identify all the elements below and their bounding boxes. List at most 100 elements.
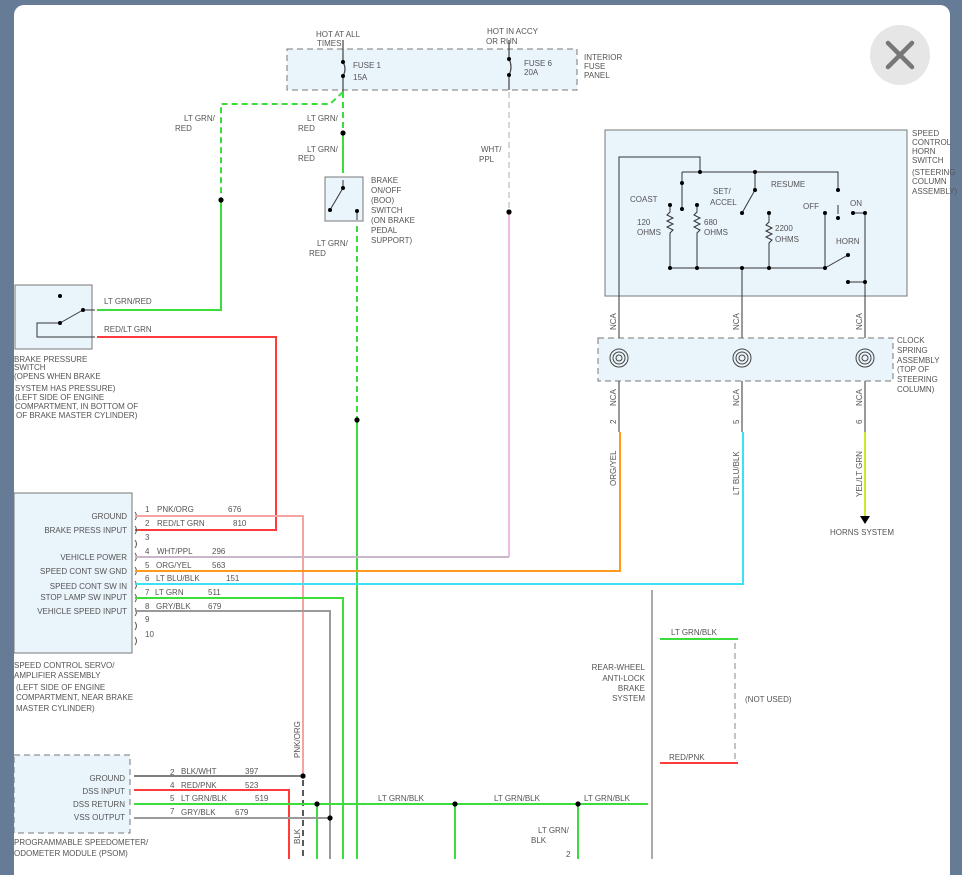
- circuit: 519: [255, 794, 269, 803]
- label: SPEED: [912, 129, 939, 138]
- label: (OPENS WHEN BRAKE: [14, 372, 101, 381]
- wire-label: ORG/YEL: [609, 450, 618, 486]
- label: HOT IN ACCY: [487, 27, 539, 36]
- label: ODOMETER MODULE (PSOM): [14, 849, 128, 858]
- label: CONTROL: [912, 138, 952, 147]
- label: HORN: [912, 147, 936, 156]
- wire-label: BLK: [531, 836, 547, 845]
- label: FUSE: [584, 62, 605, 71]
- pin-number: 4: [170, 781, 175, 790]
- label: SET/: [713, 187, 732, 196]
- label: HORN: [836, 237, 860, 246]
- pin-number: 5: [145, 561, 150, 570]
- close-button[interactable]: [870, 25, 930, 85]
- label: SPEED CONTROL SERVO/: [14, 661, 115, 670]
- label: COLUMN: [912, 177, 947, 186]
- label: WHT/: [481, 145, 502, 154]
- label: SYSTEM HAS PRESSURE): [15, 384, 116, 393]
- label: SWITCH: [371, 206, 403, 215]
- wire-label: BLK: [293, 828, 302, 844]
- label: SPEED CONT SW IN: [50, 582, 127, 591]
- label: RED: [298, 154, 315, 163]
- label: SUPPORT): [371, 236, 413, 245]
- pin-number: 6: [145, 574, 150, 583]
- label: BRAKE: [618, 684, 645, 693]
- label: OR RUN: [486, 37, 518, 46]
- wire-label: PNK/ORG: [293, 721, 302, 758]
- label: STEERING: [897, 375, 938, 384]
- pin-number: 2: [566, 850, 571, 859]
- label: HOT AT ALL: [316, 30, 361, 39]
- circuit: 511: [208, 588, 221, 597]
- wire-label: RED/LT GRN: [157, 519, 205, 528]
- label: NCA: [609, 312, 618, 330]
- pin-number: 2: [170, 768, 175, 777]
- label: LT GRN/: [307, 114, 339, 123]
- pin-number: 10: [145, 630, 154, 639]
- label: REAR-WHEEL: [592, 663, 646, 672]
- label: RED: [309, 249, 326, 258]
- label: AMPLIFIER ASSEMBLY: [14, 671, 101, 680]
- pin-number: 5: [732, 419, 741, 424]
- label: ANTI-LOCK: [602, 674, 645, 683]
- wire-label: LT BLU/BLK: [732, 451, 741, 495]
- label: PEDAL: [371, 226, 398, 235]
- pin-number: 9: [145, 615, 150, 624]
- close-icon: [885, 40, 915, 70]
- label: LT GRN/: [184, 114, 216, 123]
- label: ASSEMBLY): [912, 187, 958, 196]
- wire-label: BLK/WHT: [181, 767, 217, 776]
- circuit: 810: [233, 519, 247, 528]
- circuit: 151: [226, 574, 240, 583]
- label: VSS OUTPUT: [74, 813, 125, 822]
- label: STOP LAMP SW INPUT: [40, 593, 127, 602]
- wire-label: PNK/ORG: [157, 505, 194, 514]
- circuit: 563: [212, 561, 226, 570]
- label: BRAKE PRESS INPUT: [44, 526, 127, 535]
- label: NCA: [855, 388, 864, 406]
- label: 680: [704, 218, 718, 227]
- brake-pressure-switch: [14, 284, 93, 350]
- label: ACCEL: [710, 198, 737, 207]
- label: (LEFT SIDE OF ENGINE: [15, 393, 104, 402]
- label: GROUND: [89, 774, 125, 783]
- label: HORNS SYSTEM: [830, 528, 894, 537]
- label: RED/LT GRN: [104, 325, 152, 334]
- label: (BOO): [371, 196, 394, 205]
- pin-number: 7: [145, 588, 150, 597]
- label: ON: [850, 199, 862, 208]
- label: SWITCH: [912, 156, 944, 165]
- circuit: 679: [235, 808, 249, 817]
- pin-number: 7: [170, 807, 175, 816]
- wire-label: LT GRN: [155, 588, 184, 597]
- label: 120: [637, 218, 651, 227]
- label: 15A: [353, 73, 368, 82]
- pin-number: 6: [855, 419, 864, 424]
- label: COLUMN): [897, 385, 935, 394]
- pin-number: 5: [170, 794, 175, 803]
- circuit: 296: [212, 547, 226, 556]
- label: TIMES: [317, 39, 341, 48]
- label: OF BRAKE MASTER CYLINDER): [16, 411, 138, 420]
- label: PROGRAMMABLE SPEEDOMETER/: [14, 838, 149, 847]
- label: ASSEMBLY: [897, 356, 940, 365]
- label: 20A: [524, 68, 539, 77]
- label: GROUND: [91, 512, 127, 521]
- label: (TOP OF: [897, 365, 929, 374]
- pin-number: 4: [145, 547, 150, 556]
- label: (ON BRAKE: [371, 216, 415, 225]
- pin-number: 2: [609, 419, 618, 424]
- label: MASTER CYLINDER): [16, 704, 95, 713]
- wire-label: LT GRN/BLK: [378, 794, 425, 803]
- label: DSS RETURN: [73, 800, 125, 809]
- wiring-diagram: HOT AT ALL TIMES FUSE 1 15A HOT IN ACCY …: [13, 27, 958, 859]
- label: BRAKE: [371, 176, 398, 185]
- label: COMPARTMENT, IN BOTTOM OF: [15, 402, 138, 411]
- wire-label: LT GRN/BLK: [181, 794, 228, 803]
- label: RED: [175, 124, 192, 133]
- label: PANEL: [584, 71, 610, 80]
- circuit: 679: [208, 602, 222, 611]
- wire-label: LT GRN/BLK: [584, 794, 631, 803]
- label: OHMS: [775, 235, 799, 244]
- wire-label: LT BLU/BLK: [156, 574, 200, 583]
